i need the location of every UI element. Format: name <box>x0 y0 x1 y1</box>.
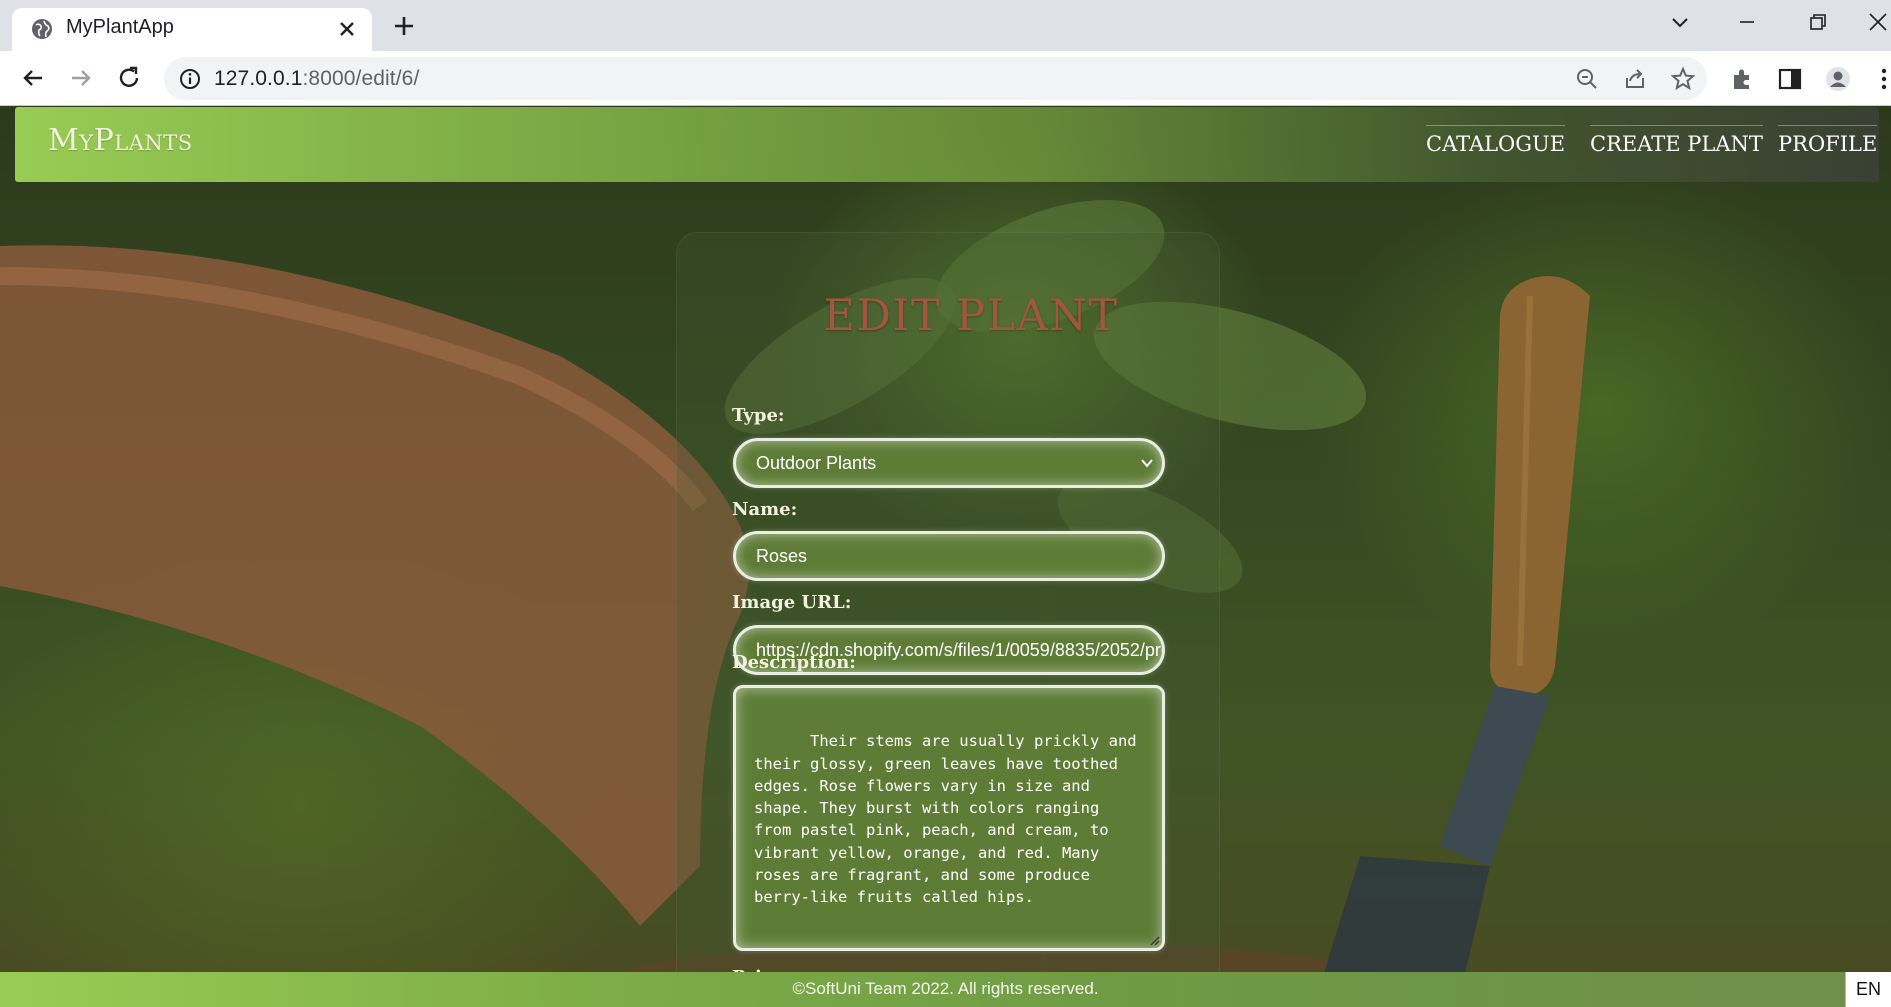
globe-icon <box>32 19 52 39</box>
back-icon[interactable] <box>18 63 48 93</box>
bookmark-star-icon[interactable] <box>1670 66 1696 92</box>
resize-handle-icon[interactable] <box>1148 934 1160 946</box>
site-info-icon[interactable] <box>178 67 202 91</box>
edit-plant-form: EDIT PLANT Type: Outdoor Plants Name: Ro… <box>676 232 1220 1007</box>
url-path: :8000/edit/6/ <box>302 67 420 90</box>
tab-title: MyPlantApp <box>66 16 174 38</box>
browser-tab-strip: MyPlantApp <box>0 0 1891 51</box>
restore-icon[interactable] <box>1797 8 1837 38</box>
tab-search-icon[interactable] <box>1660 8 1700 38</box>
browser-tab[interactable]: MyPlantApp <box>12 8 372 51</box>
description-textarea[interactable]: Their stems are usually prickly and thei… <box>733 685 1165 951</box>
url-host: 127.0.0.1 <box>214 67 303 90</box>
forward-icon[interactable] <box>66 63 96 93</box>
type-label: Type: <box>732 405 785 426</box>
type-select-value: Outdoor Plants <box>756 453 877 473</box>
footer-copyright: ©SoftUni Team 2022. All rights reserved. <box>792 979 1099 998</box>
nav-create-plant[interactable]: CREATE PLANT <box>1590 125 1763 156</box>
side-panel-icon[interactable] <box>1776 65 1804 93</box>
nav-profile[interactable]: PROFILE <box>1778 125 1878 156</box>
form-title: EDIT PLANT <box>823 291 1119 341</box>
share-icon[interactable] <box>1622 66 1648 92</box>
chevron-down-icon <box>1141 459 1153 468</box>
type-select[interactable]: Outdoor Plants <box>733 438 1165 488</box>
menu-dots-icon[interactable] <box>1870 65 1891 93</box>
zoom-out-icon[interactable] <box>1574 66 1600 92</box>
minimize-icon[interactable] <box>1727 8 1767 38</box>
window-close-icon[interactable] <box>1862 8 1891 38</box>
profile-avatar-icon[interactable] <box>1824 65 1852 93</box>
url-text[interactable]: 127.0.0.1:8000/edit/6/ <box>214 67 419 91</box>
nav-catalogue[interactable]: CATALOGUE <box>1426 125 1566 156</box>
name-input[interactable]: Roses <box>733 531 1165 581</box>
description-label: Description: <box>732 652 856 673</box>
description-text: Their stems are usually prickly and thei… <box>754 732 1146 907</box>
close-icon[interactable] <box>334 16 360 42</box>
site-header: MyPlants CATALOGUE CREATE PLANT PROFILE <box>15 107 1879 182</box>
reload-icon[interactable] <box>114 63 144 93</box>
brand-logo[interactable]: MyPlants <box>48 123 193 158</box>
address-bar[interactable]: 127.0.0.1:8000/edit/6/ <box>164 57 1707 100</box>
image-url-label: Image URL: <box>732 592 852 613</box>
name-label: Name: <box>732 499 798 520</box>
site-footer: ©SoftUni Team 2022. All rights reserved.… <box>0 972 1891 1007</box>
extensions-icon[interactable] <box>1728 65 1756 93</box>
language-indicator[interactable]: EN <box>1845 972 1891 1007</box>
browser-toolbar: 127.0.0.1:8000/edit/6/ <box>0 51 1891 106</box>
page-viewport: MyPlants CATALOGUE CREATE PLANT PROFILE … <box>0 106 1891 1007</box>
new-tab-icon[interactable] <box>390 12 418 40</box>
